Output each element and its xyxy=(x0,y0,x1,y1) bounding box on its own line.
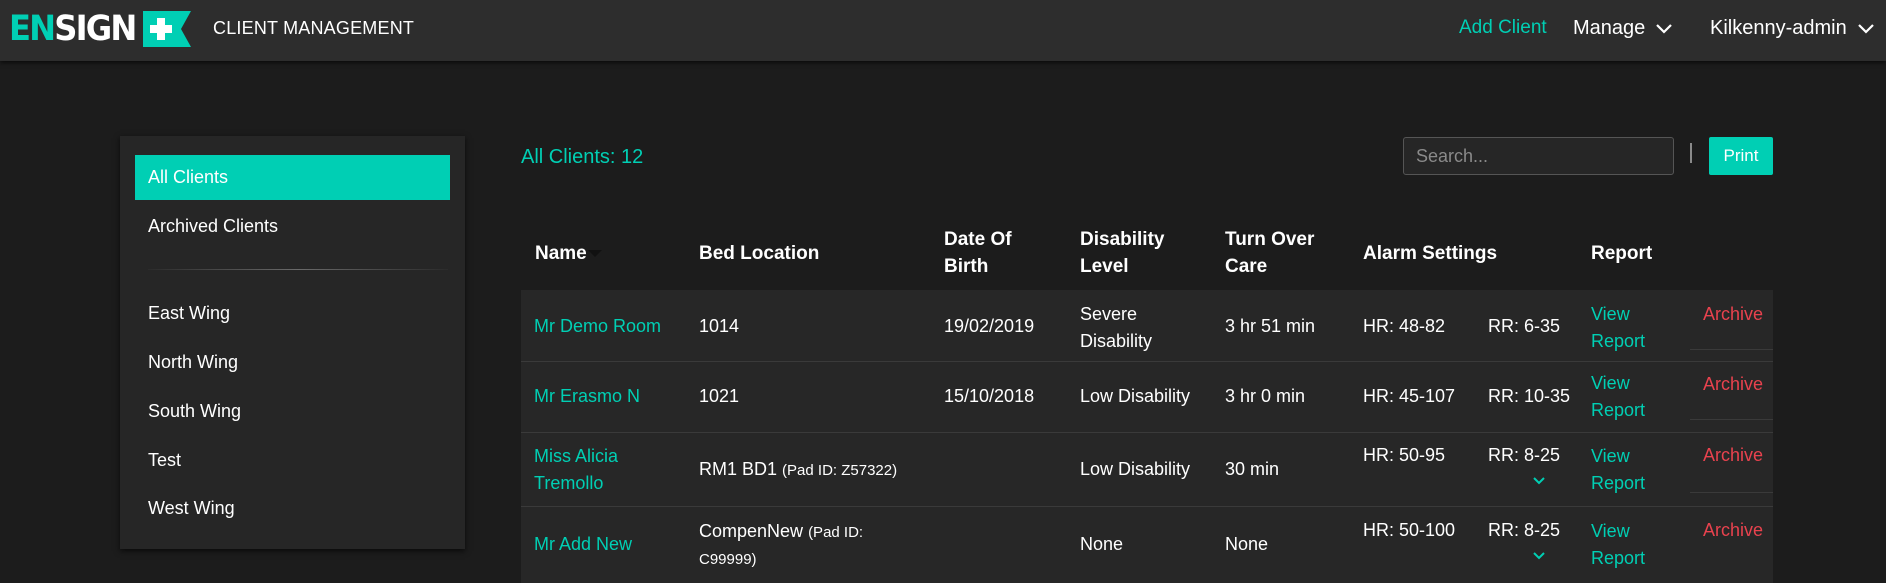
sidebar-item-all-clients[interactable]: All Clients xyxy=(135,155,450,200)
user-name: Kilkenny-admin xyxy=(1710,17,1847,39)
archive-link[interactable]: Archive xyxy=(1703,371,1763,398)
sidebar-divider xyxy=(148,269,448,270)
row-divider xyxy=(1690,349,1773,350)
disability-level: Low Disability xyxy=(1080,386,1191,406)
column-header-dob-line2: Birth xyxy=(944,256,989,277)
disability-level: None xyxy=(1080,534,1124,554)
alarm-hr: HR: 50-100 xyxy=(1363,520,1456,540)
column-header-bed-location: Bed Location xyxy=(699,243,820,264)
add-client-link[interactable]: Add Client xyxy=(1459,17,1547,39)
pad-id: (Pad ID: Z57322) xyxy=(782,462,898,479)
pad-id-line2: C99999) xyxy=(699,551,757,568)
manage-label: Manage xyxy=(1573,17,1646,39)
logo-wordmark: ENSIGN xyxy=(9,9,137,49)
logo-text-en: EN xyxy=(9,9,56,49)
print-button[interactable]: Print xyxy=(1709,137,1773,175)
client-count: All Clients: 12 xyxy=(521,146,644,168)
view-report-line1: View xyxy=(1591,304,1630,324)
sidebar-item-test[interactable]: Test xyxy=(135,438,450,483)
bed-location-line1: CompenNew (Pad ID: xyxy=(699,518,863,546)
top-navbar: ENSIGN CLIENT MANAGEMENT Add Client Mana… xyxy=(0,0,1886,61)
column-header-turn-line2: Care xyxy=(1225,256,1268,277)
view-report-line2: Report xyxy=(1591,331,1646,351)
alarm-rr: RR: 10-35 xyxy=(1488,386,1571,406)
bed-location: 1014 xyxy=(699,316,740,336)
column-header-turn-over-care: Turn Over Care xyxy=(1225,226,1314,280)
sidebar: All Clients Archived Clients East Wing N… xyxy=(120,136,465,549)
disability-level-line2: Disability xyxy=(1080,331,1153,351)
date-of-birth: 19/02/2019 xyxy=(944,316,1035,336)
alarm-hr: HR: 50-95 xyxy=(1363,445,1446,465)
turn-over-care: 30 min xyxy=(1225,459,1280,479)
column-header-name-label: Name xyxy=(535,243,587,264)
column-header-disability-line1: Disability xyxy=(1080,229,1165,250)
archive-link[interactable]: Archive xyxy=(1703,442,1763,469)
column-header-report: Report xyxy=(1591,243,1653,264)
view-report-line2: Report xyxy=(1591,400,1646,420)
alarm-rr: RR: 8-25 xyxy=(1488,520,1561,540)
logo-text-sign: SIGN xyxy=(54,9,137,49)
disability-level: Low Disability xyxy=(1080,459,1191,479)
manage-dropdown[interactable]: Manage xyxy=(1573,17,1673,40)
bed-location-name: CompenNew xyxy=(699,521,804,541)
view-report-link[interactable]: View Report xyxy=(1591,518,1645,572)
page-title: CLIENT MANAGEMENT xyxy=(213,18,415,38)
user-menu-dropdown[interactable]: Kilkenny-admin xyxy=(1710,17,1875,40)
bed-location: RM1 BD1 (Pad ID: Z57322) xyxy=(699,456,897,484)
archive-link[interactable]: Archive xyxy=(1703,517,1763,544)
column-header-turn-line1: Turn Over xyxy=(1225,229,1315,250)
client-name-line2: Tremollo xyxy=(534,473,604,493)
search-input[interactable] xyxy=(1403,137,1674,175)
medical-cross-icon xyxy=(143,11,191,47)
client-name-link[interactable]: Mr Demo Room xyxy=(534,313,661,340)
view-report-line2: Report xyxy=(1591,473,1646,493)
view-report-link[interactable]: View Report xyxy=(1591,370,1645,424)
bed-location: 1021 xyxy=(699,386,740,406)
view-report-link[interactable]: View Report xyxy=(1591,443,1645,497)
sidebar-item-north-wing[interactable]: North Wing xyxy=(135,340,450,385)
pad-id: (Pad ID: xyxy=(808,524,864,541)
client-name-line1: Miss Alicia xyxy=(534,446,619,466)
alarm-rr: RR: 8-25 xyxy=(1488,445,1561,465)
sidebar-item-archived-clients[interactable]: Archived Clients xyxy=(135,204,450,249)
bed-location-name: RM1 BD1 xyxy=(699,459,778,479)
view-report-link[interactable]: View Report xyxy=(1591,301,1645,355)
view-report-line1: View xyxy=(1591,521,1630,541)
turn-over-care: 3 hr 0 min xyxy=(1225,386,1306,406)
ensign-logo[interactable]: ENSIGN xyxy=(9,9,191,49)
turn-over-care: 3 hr 51 min xyxy=(1225,316,1316,336)
disability-level: Severe Disability xyxy=(1080,301,1152,355)
alarm-hr: HR: 45-107 xyxy=(1363,386,1456,406)
alarm-hr: HR: 48-82 xyxy=(1363,316,1446,336)
sort-caret-down-icon xyxy=(587,250,602,258)
column-header-name[interactable]: Name xyxy=(535,240,602,267)
column-header-date-of-birth: Date Of Birth xyxy=(944,226,1012,280)
client-name-link[interactable]: Mr Erasmo N xyxy=(534,383,640,410)
chevron-down-icon xyxy=(1656,23,1673,34)
sidebar-item-south-wing[interactable]: South Wing xyxy=(135,389,450,434)
view-report-line1: View xyxy=(1591,373,1630,393)
row-divider xyxy=(1690,419,1773,420)
disability-level-line1: Severe xyxy=(1080,304,1138,324)
column-header-disability-line2: Level xyxy=(1080,256,1129,277)
client-name-link[interactable]: Miss Alicia Tremollo xyxy=(534,443,618,497)
expand-chevron-icon[interactable] xyxy=(1533,477,1545,485)
date-of-birth: 15/10/2018 xyxy=(944,386,1035,406)
sidebar-item-east-wing[interactable]: East Wing xyxy=(135,291,450,336)
expand-chevron-icon[interactable] xyxy=(1533,552,1545,560)
view-report-line2: Report xyxy=(1591,548,1646,568)
toolbar-separator xyxy=(1690,143,1692,163)
column-header-dob-line1: Date Of xyxy=(944,229,1012,250)
column-header-alarm-settings: Alarm Settings xyxy=(1363,243,1498,264)
alarm-rr: RR: 6-35 xyxy=(1488,316,1561,336)
row-divider xyxy=(1690,492,1773,493)
client-name-link[interactable]: Mr Add New xyxy=(534,531,632,558)
bed-location: CompenNew (Pad ID: C99999) xyxy=(699,518,863,573)
view-report-line1: View xyxy=(1591,446,1630,466)
column-header-disability-level: Disability Level xyxy=(1080,226,1164,280)
archive-link[interactable]: Archive xyxy=(1703,301,1763,328)
turn-over-care: None xyxy=(1225,534,1269,554)
chevron-down-icon xyxy=(1857,23,1874,34)
sidebar-item-west-wing[interactable]: West Wing xyxy=(135,486,450,531)
